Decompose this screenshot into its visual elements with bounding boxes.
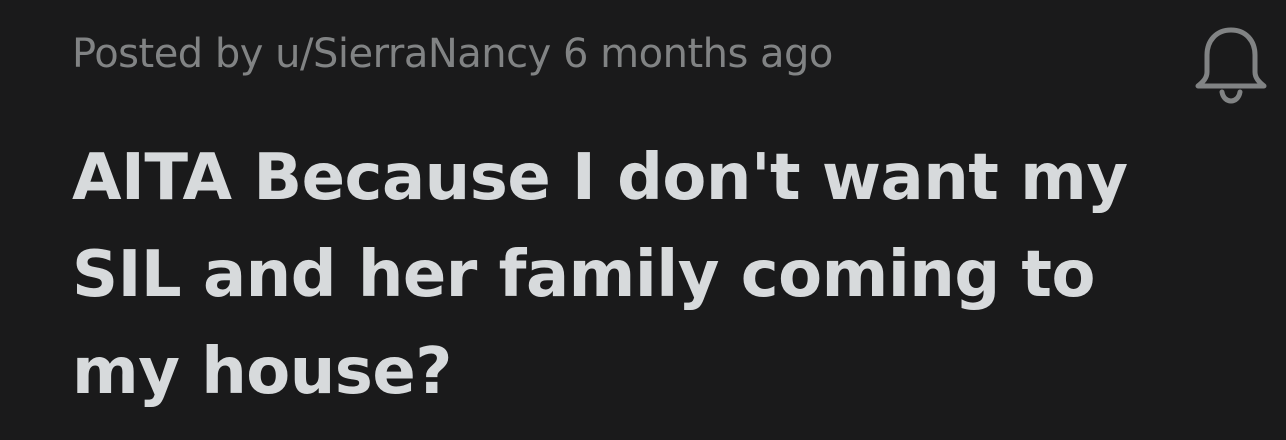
post-header: Posted by u/SierraNancy 6 months ago AIT… bbox=[0, 0, 1286, 440]
post-title[interactable]: AITA Because I don't want my SIL and her… bbox=[72, 130, 1212, 421]
bell-icon-graphic bbox=[1195, 27, 1267, 104]
post-title-line: AITA Because I don't want my bbox=[72, 141, 1128, 215]
post-title-line: SIL and her family coming to bbox=[72, 238, 1095, 312]
bell-icon[interactable] bbox=[1192, 24, 1270, 104]
post-meta: Posted by u/SierraNancy 6 months ago bbox=[72, 31, 833, 77]
post-title-line: my house? bbox=[72, 335, 452, 409]
